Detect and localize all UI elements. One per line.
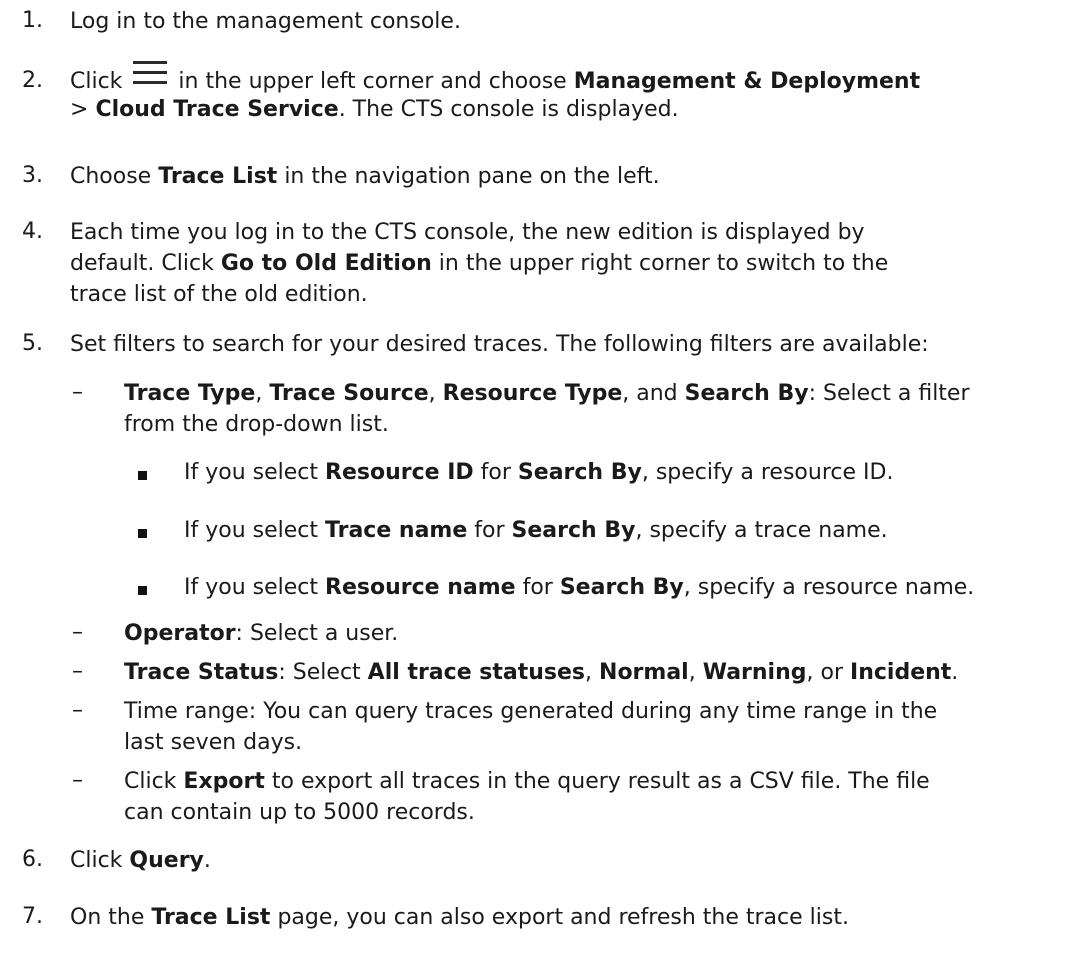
hamburger-menu-icon	[131, 61, 169, 94]
step-number: 3.	[22, 163, 43, 188]
bullet-item: If you select Resource ID for Search By,…	[184, 460, 894, 485]
bullet-square	[138, 586, 147, 595]
step-text: default. Click	[70, 251, 214, 276]
step-text: Choose	[70, 164, 152, 189]
filter-item: Time range: You can query traces generat…	[124, 699, 938, 755]
filter-item: Operator: Select a user.	[124, 621, 399, 646]
bullet-item: If you select Resource name for Search B…	[184, 575, 975, 600]
dash-marker: –	[72, 698, 83, 723]
step-text: Log in to the management console.	[70, 9, 461, 34]
bullet-item: If you select Trace name for Search By, …	[184, 518, 888, 543]
path-separator: >	[70, 97, 89, 122]
document-page: 1. Log in to the management console. 2. …	[22, 8, 975, 930]
ui-term: Trace List	[158, 164, 278, 189]
step-text: Set filters to search for your desired t…	[70, 332, 929, 357]
filter-item: Trace Type, Trace Source, Resource Type,…	[124, 381, 970, 437]
step-number: 7.	[22, 904, 43, 929]
step-number: 2.	[22, 68, 43, 93]
step-text: Each time you log in to the CTS console,…	[70, 220, 865, 245]
ui-term: Go to Old Edition	[220, 251, 432, 276]
step-text: in the upper right corner to switch to t…	[438, 251, 889, 276]
filter-item: Click Export to export all traces in the…	[124, 769, 930, 825]
service-name: Cloud Trace Service	[95, 97, 339, 122]
menu-path: Management & Deployment	[573, 69, 921, 94]
step-number: 5.	[22, 331, 43, 356]
bullet-square	[138, 471, 147, 480]
bullet-square	[138, 529, 147, 538]
step-text: . The CTS console is displayed.	[338, 97, 679, 122]
dash-marker: –	[72, 768, 83, 793]
filter-item: Trace Status: Select All trace statuses,…	[124, 660, 959, 685]
step-text: Click	[70, 69, 123, 94]
dash-marker: –	[72, 380, 83, 405]
step-text: in the navigation pane on the left.	[284, 164, 660, 189]
step-number: 6.	[22, 847, 43, 872]
step-text: in the upper left corner and choose	[178, 69, 567, 94]
step-number: 4.	[22, 219, 43, 244]
dash-marker: –	[72, 659, 83, 684]
step-text: trace list of the old edition.	[70, 282, 368, 307]
dash-marker: –	[72, 620, 83, 645]
step-number: 1.	[22, 8, 43, 33]
